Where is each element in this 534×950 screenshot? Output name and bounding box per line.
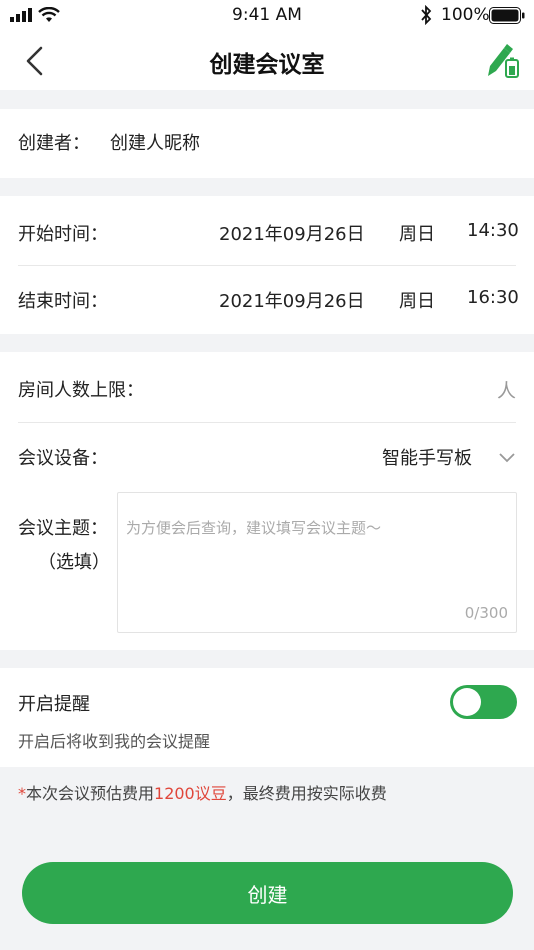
topic-field[interactable]: 0/300 (117, 492, 517, 633)
topic-optional-label: （选填） (38, 552, 110, 573)
fee-suffix: ，最终费用按实际收费 (226, 784, 387, 803)
creator-label: 创建者： (18, 133, 90, 154)
end-time-row[interactable]: 结束时间： 2021年09月26日 周日 16:30 (0, 265, 534, 334)
reminder-hint: 开启后将收到我的会议提醒 (18, 732, 211, 751)
bluetooth-icon (421, 5, 432, 25)
topic-counter: 0/300 (464, 604, 508, 622)
device-row[interactable]: 会议设备： 智能手写板 (0, 422, 534, 490)
page-title: 创建会议室 (209, 52, 325, 78)
pen-icon[interactable] (484, 44, 520, 78)
fee-note: *本次会议预估费用1200议豆，最终费用按实际收费 (18, 780, 387, 804)
creator-value: 创建人昵称 (110, 133, 200, 154)
start-time: 14:30 (467, 220, 519, 241)
battery-icon (489, 7, 525, 24)
chevron-down-icon (499, 453, 515, 463)
device-value: 智能手写板 (382, 448, 472, 469)
schedule-card: 开始时间： 2021年09月26日 周日 14:30 结束时间： 2021年09… (0, 196, 534, 334)
create-button[interactable]: 创建 (22, 862, 513, 924)
bottom-area (0, 940, 534, 950)
topic-input[interactable] (118, 493, 516, 632)
reminder-label: 开启提醒 (18, 694, 90, 715)
room-card: 房间人数上限： 人 会议设备： 智能手写板 会议主题： （选填） 0/300 (0, 352, 534, 650)
capacity-row[interactable]: 房间人数上限： 人 (0, 352, 534, 422)
end-date: 2021年09月26日 (219, 291, 365, 312)
start-weekday: 周日 (399, 224, 435, 245)
nav-bar: 创建会议室 (0, 30, 534, 90)
start-date: 2021年09月26日 (219, 224, 365, 245)
capacity-label: 房间人数上限： (18, 380, 144, 401)
battery-percent: 100% (441, 5, 490, 25)
required-mark: * (18, 784, 26, 803)
capacity-unit: 人 (496, 380, 516, 402)
reminder-card: 开启提醒 开启后将收到我的会议提醒 (0, 668, 534, 767)
end-time-label: 结束时间： (18, 291, 108, 312)
toggle-knob (453, 688, 481, 716)
fee-prefix: 本次会议预估费用 (26, 784, 155, 803)
topic-label: 会议主题： (18, 518, 108, 539)
creator-card: 创建者： 创建人昵称 (0, 109, 534, 178)
device-label: 会议设备： (18, 448, 108, 469)
start-time-row[interactable]: 开始时间： 2021年09月26日 周日 14:30 (0, 196, 534, 265)
end-time: 16:30 (467, 287, 519, 308)
start-time-label: 开始时间： (18, 224, 108, 245)
reminder-toggle[interactable] (450, 685, 517, 719)
status-bar: 9:41 AM 100% (0, 0, 534, 30)
end-weekday: 周日 (399, 291, 435, 312)
fee-amount: 1200议豆 (154, 784, 227, 803)
